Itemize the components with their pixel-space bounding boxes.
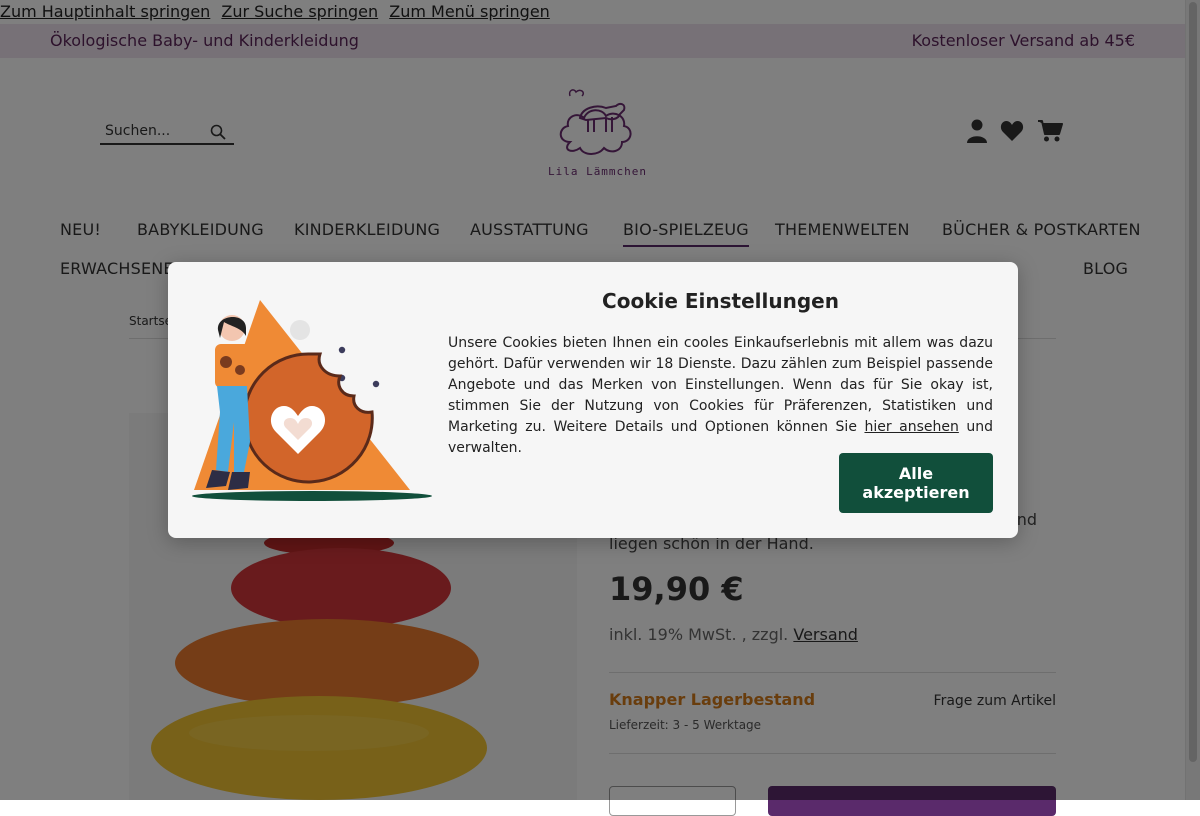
cookie-dialog-text: Unsere Cookies bieten Ihnen ein cooles E… [448,333,993,459]
accept-all-cookies-button[interactable]: Alle akzeptieren [839,453,993,513]
cookie-consent-dialog: Cookie Einstellungen Unsere Cookies biet… [168,262,1018,538]
cookie-dialog-title: Cookie Einstellungen [602,289,839,313]
cookie-illustration [192,300,432,501]
cookie-details-link[interactable]: hier ansehen [864,419,958,435]
